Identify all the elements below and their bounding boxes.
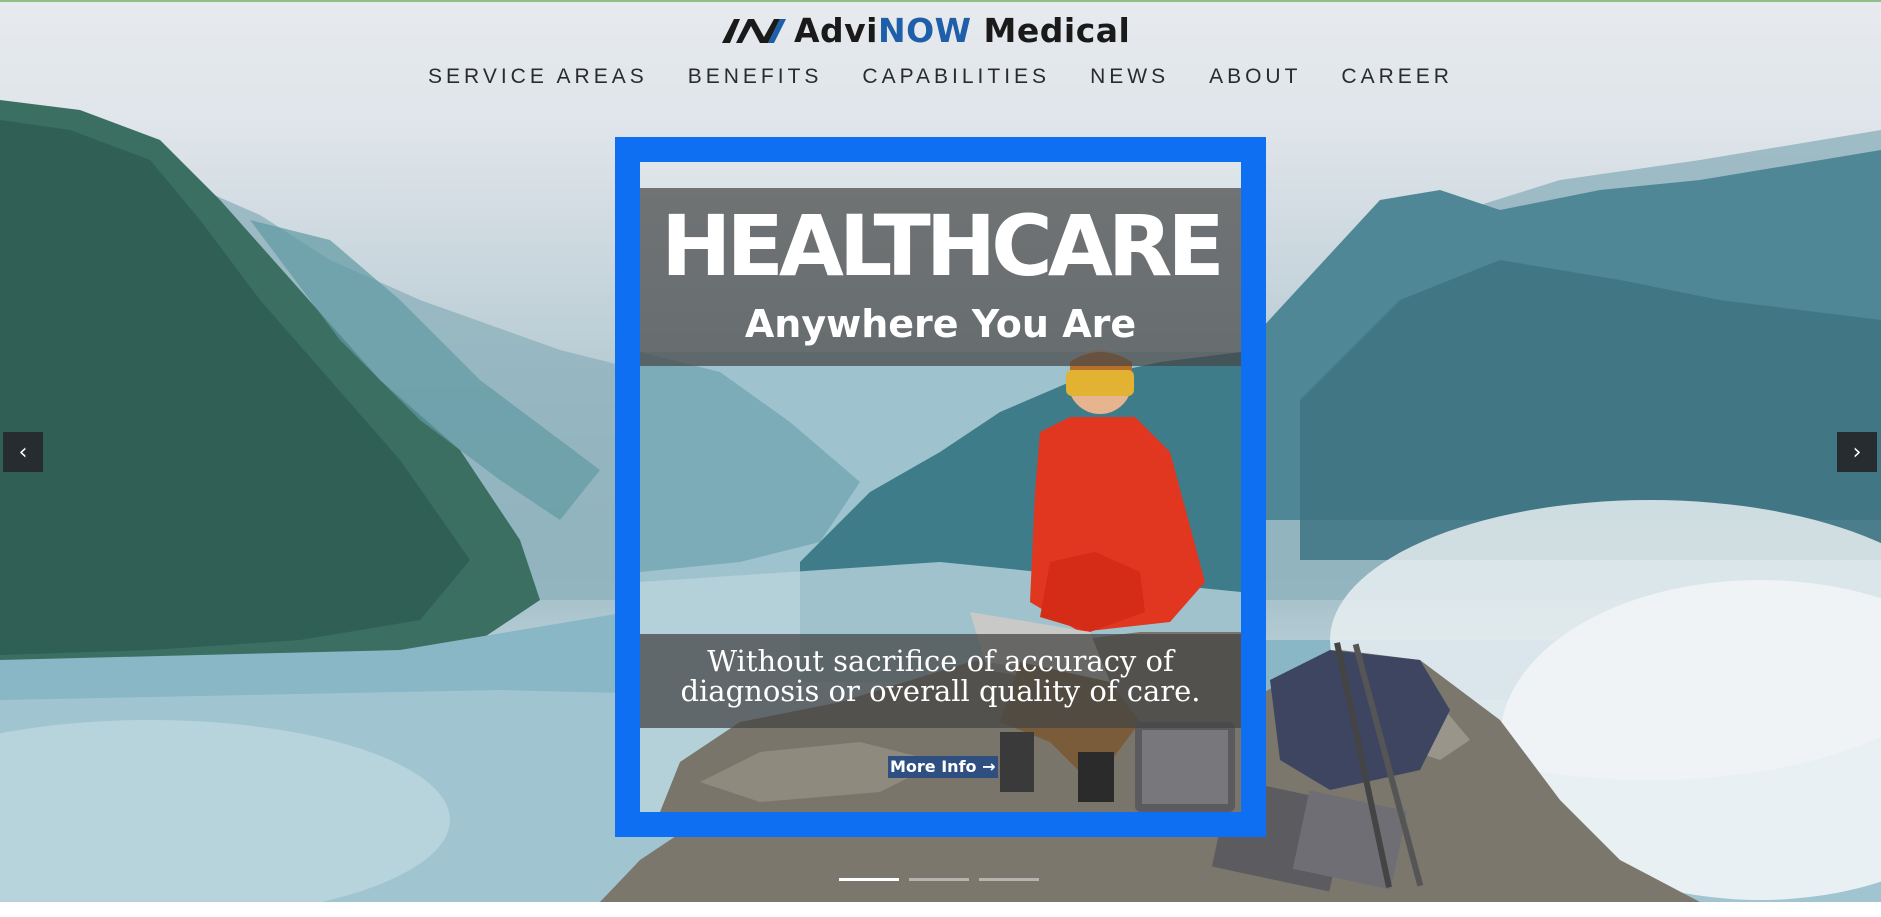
nav-item-news[interactable]: NEWS <box>1070 62 1189 92</box>
brand-name-highlight: NOW <box>877 10 972 50</box>
slide-title: HEALTHCARE <box>661 197 1225 295</box>
slide-description: Without sacrifice of accuracy of diagnos… <box>680 644 1201 708</box>
slide-card-frame: HEALTHCARE Anywhere You Are Without sacr… <box>615 137 1266 837</box>
carousel-prev-button[interactable]: ‹ <box>3 432 43 472</box>
top-accent-line <box>0 0 1881 2</box>
nav-item-benefits[interactable]: BENEFITS <box>668 62 843 92</box>
nav-item-capabilities[interactable]: CAPABILITIES <box>842 62 1070 92</box>
carousel-indicator-2[interactable] <box>909 878 969 881</box>
chevron-right-icon: › <box>1852 439 1862 465</box>
main-nav: SERVICE AREAS BENEFITS CAPABILITIES NEWS… <box>0 62 1881 92</box>
nav-item-about[interactable]: ABOUT <box>1189 62 1321 92</box>
slide-subtitle: Anywhere You Are <box>744 302 1137 346</box>
carousel-indicators <box>839 878 1039 881</box>
chevron-left-icon: ‹ <box>18 439 28 465</box>
nav-item-service-areas[interactable]: SERVICE AREAS <box>408 62 668 92</box>
nav-item-career[interactable]: CAREER <box>1321 62 1473 92</box>
more-info-button[interactable]: More Info → <box>888 756 998 778</box>
slide-card: HEALTHCARE Anywhere You Are Without sacr… <box>640 162 1241 812</box>
advinow-logo-icon <box>722 19 786 43</box>
brand-name-prefix: Advi <box>794 10 878 50</box>
carousel-next-button[interactable]: › <box>1837 432 1877 472</box>
carousel-indicator-3[interactable] <box>979 878 1039 881</box>
brand-name-suffix: Medical <box>971 10 1131 50</box>
brand-name: AdviNOW Medical <box>794 11 1130 50</box>
carousel-indicator-1[interactable] <box>839 878 899 881</box>
brand-logo[interactable]: AdviNOW Medical <box>722 11 1130 50</box>
